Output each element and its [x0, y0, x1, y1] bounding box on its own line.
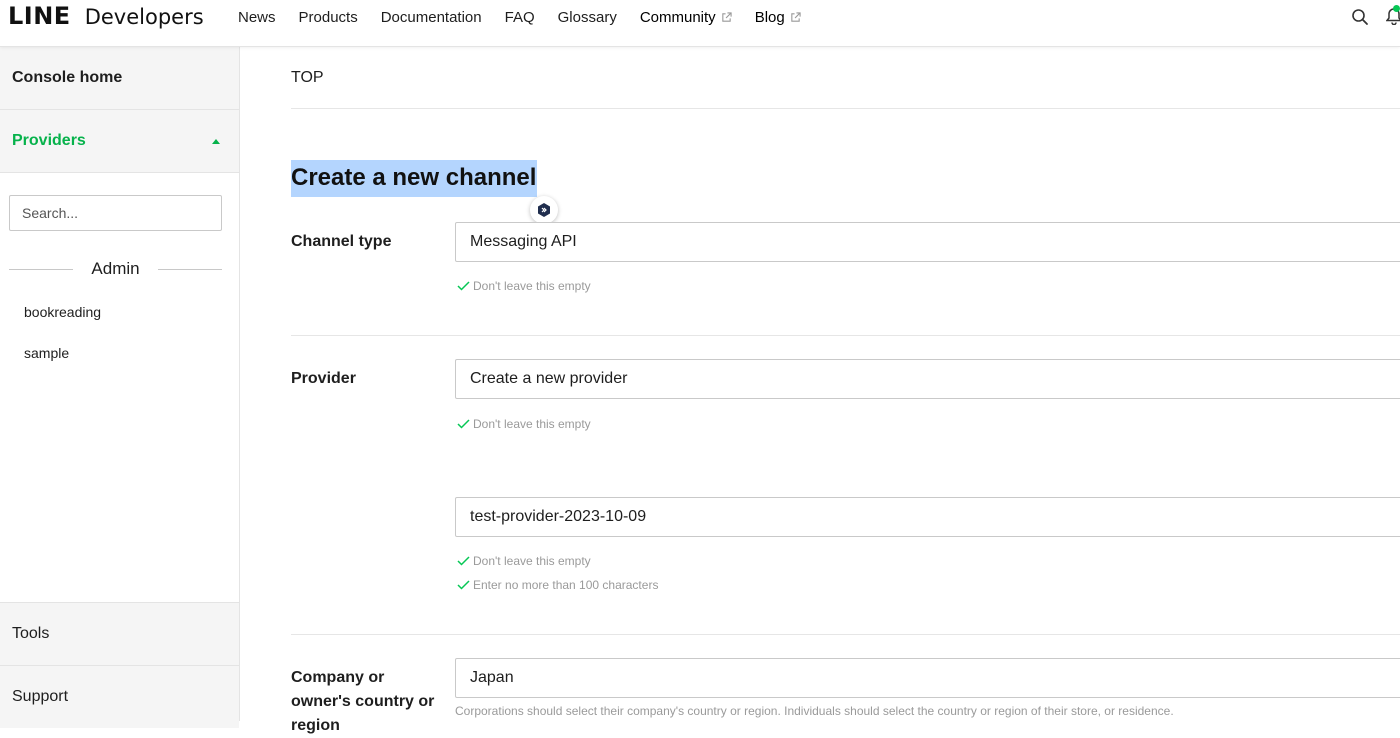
- nav-documentation[interactable]: Documentation: [381, 9, 482, 26]
- hint-text: Don't leave this empty: [473, 554, 591, 568]
- nav-products-label: Products: [298, 8, 358, 26]
- check-icon: [457, 580, 470, 590]
- new-provider-name-input[interactable]: test-provider-2023-10-09: [455, 497, 1400, 537]
- nav-glossary[interactable]: Glossary: [558, 9, 617, 26]
- nav-news-label: News: [238, 8, 276, 26]
- provider-link-bookreading[interactable]: bookreading: [24, 304, 101, 320]
- sidebar-item-label: Support: [12, 688, 69, 705]
- divider: [9, 268, 74, 270]
- provider-select[interactable]: Create a new provider: [455, 359, 1400, 399]
- nav-community[interactable]: Community: [640, 9, 732, 26]
- sidebar: Console home Providers Admin bookreading…: [0, 47, 240, 728]
- country-label: Company or owner's country or region: [291, 669, 435, 734]
- hint-text: Don't leave this empty: [473, 417, 591, 431]
- admin-group-header: Admin: [9, 257, 222, 281]
- validation-hint: Don't leave this empty: [457, 554, 591, 568]
- channel-type-value: Messaging API: [470, 233, 577, 250]
- external-link-icon: [790, 11, 801, 23]
- new-provider-name-value: test-provider-2023-10-09: [470, 508, 647, 525]
- validation-hint: Enter no more than 100 characters: [457, 578, 658, 592]
- validation-hint: Don't leave this empty: [457, 279, 591, 293]
- nav-news[interactable]: News: [238, 9, 276, 26]
- nav-faq[interactable]: FAQ: [505, 9, 535, 26]
- provider-search-input[interactable]: [9, 195, 222, 231]
- caret-up-icon: [212, 139, 220, 144]
- country-select[interactable]: Japan: [455, 658, 1400, 698]
- country-value: Japan: [470, 669, 514, 686]
- provider-link-sample[interactable]: sample: [24, 345, 69, 361]
- sidebar-item-label: Tools: [12, 625, 50, 642]
- check-icon: [457, 281, 470, 291]
- main-nav: News Products Documentation FAQ Glossary…: [238, 0, 824, 34]
- extension-badge-icon[interactable]: [530, 196, 558, 224]
- line-developers-logo[interactable]: LINE Developers: [8, 2, 204, 32]
- provider-value: Create a new provider: [470, 370, 628, 387]
- check-icon: [457, 419, 470, 429]
- logo-developers-text: Developers: [84, 5, 204, 29]
- external-link-icon: [721, 11, 732, 23]
- hint-text: Don't leave this empty: [473, 279, 591, 293]
- validation-hint: Don't leave this empty: [457, 417, 591, 431]
- page-title: Create a new channel: [291, 160, 538, 197]
- nav-documentation-label: Documentation: [380, 8, 482, 26]
- nav-blog[interactable]: Blog: [755, 9, 801, 26]
- sidebar-item-console-home[interactable]: Console home: [0, 47, 239, 110]
- check-icon: [457, 556, 470, 566]
- nav-products[interactable]: Products: [299, 9, 358, 26]
- top-navigation-bar: LINE Developers News Products Documentat…: [0, 0, 1400, 47]
- divider: [157, 268, 222, 270]
- sidebar-item-label: Console home: [12, 69, 123, 86]
- logo-line-text: LINE: [8, 2, 71, 30]
- admin-group-label: Admin: [91, 259, 140, 278]
- nav-faq-label: FAQ: [504, 8, 535, 26]
- divider: [291, 634, 1400, 635]
- divider: [291, 335, 1400, 336]
- main-content: TOP Create a new channel Channel type Me…: [240, 47, 1400, 734]
- nav-blog-label: Blog: [754, 8, 785, 26]
- nav-community-label: Community: [639, 8, 716, 26]
- sidebar-item-tools[interactable]: Tools: [0, 602, 239, 665]
- divider: [291, 108, 1400, 109]
- channel-type-select[interactable]: Messaging API: [455, 222, 1400, 262]
- sidebar-item-providers[interactable]: Providers: [0, 110, 239, 173]
- country-note: Corporations should select their company…: [455, 704, 1174, 718]
- sidebar-item-support[interactable]: Support: [0, 665, 239, 728]
- notification-dot: [1393, 5, 1400, 12]
- search-icon[interactable]: [1351, 8, 1369, 26]
- nav-glossary-label: Glossary: [557, 8, 617, 26]
- sidebar-item-label: Providers: [12, 132, 86, 149]
- provider-label: Provider: [291, 370, 356, 387]
- hint-text: Enter no more than 100 characters: [473, 578, 659, 592]
- breadcrumb[interactable]: TOP: [291, 69, 324, 87]
- channel-type-label: Channel type: [291, 233, 392, 250]
